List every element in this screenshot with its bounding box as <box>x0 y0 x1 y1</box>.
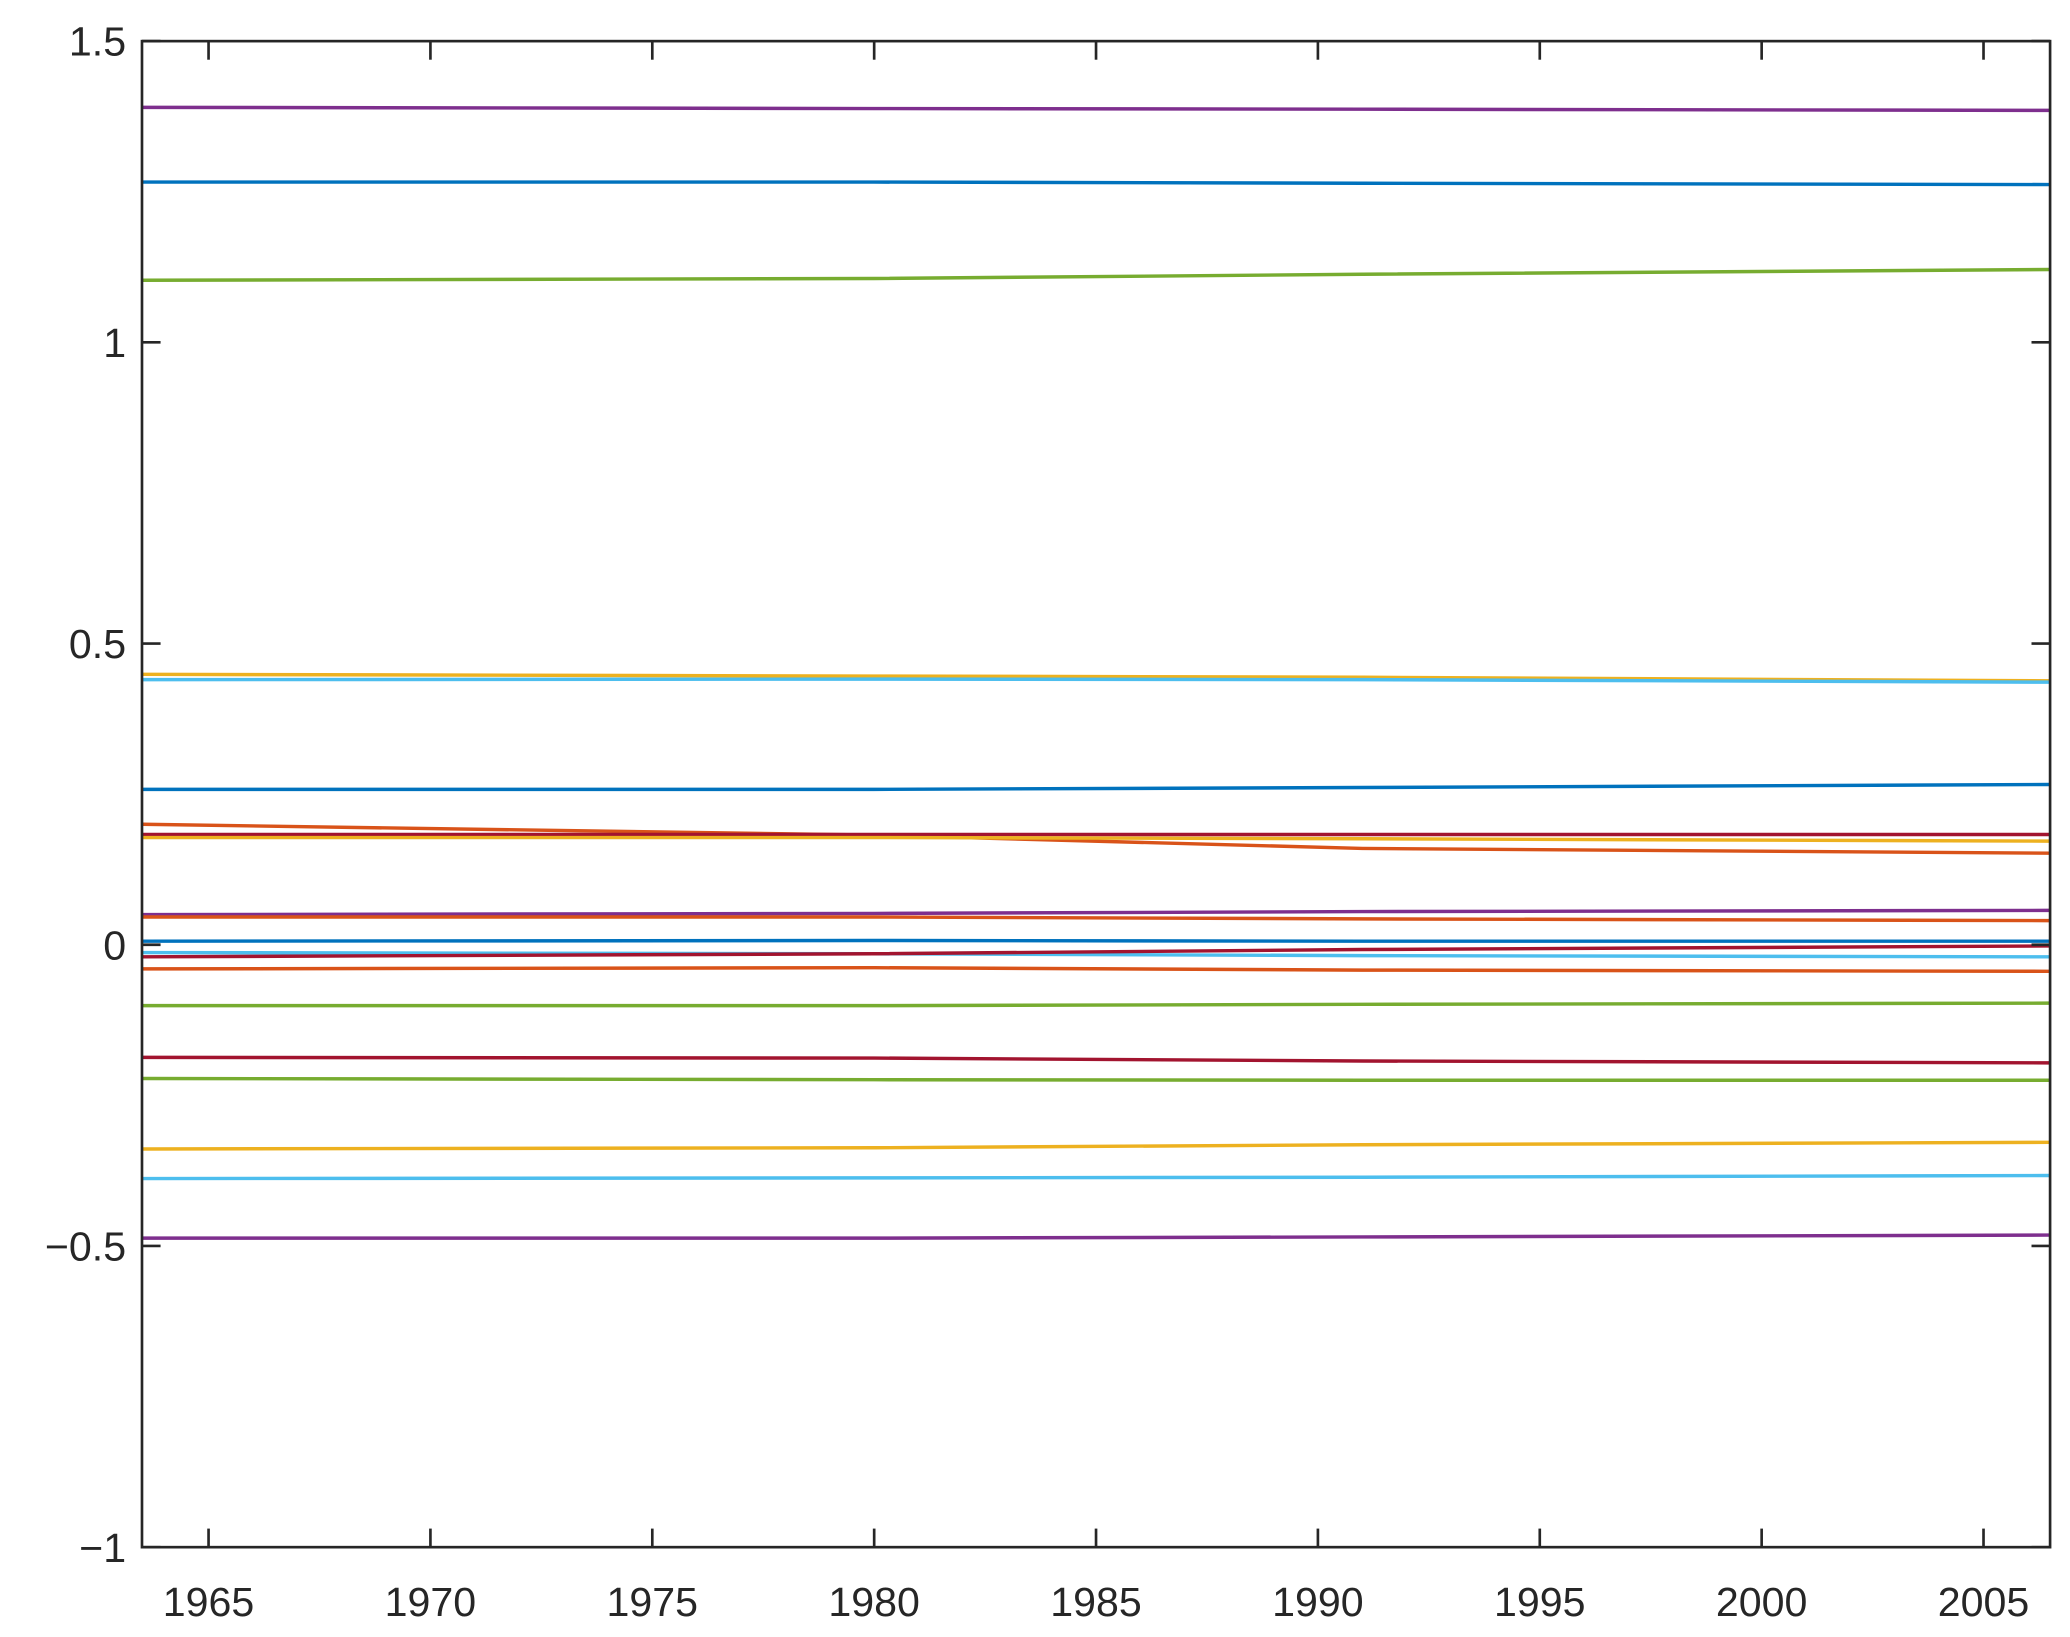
x-tick-label: 1970 <box>385 1579 477 1625</box>
axis-ticks <box>141 39 2051 1549</box>
axes-box <box>140 39 2052 1549</box>
series-line-3 <box>141 267 2051 282</box>
series-lines <box>141 105 2051 1240</box>
x-tick-label: 2005 <box>1938 1579 2029 1625</box>
y-tick-label: 1 <box>103 320 126 366</box>
series-line-11 <box>141 915 2051 923</box>
x-tick-label: 1990 <box>1272 1579 1364 1625</box>
x-tick-labels: 1965 1970 1975 1980 1985 1990 1995 2000 2005 <box>163 1579 2029 1625</box>
y-tick-labels: −1 −0.5 0 0.5 1 1.5 <box>45 19 126 1571</box>
series-line-20 <box>141 1173 2051 1181</box>
y-tick-label: 0 <box>103 922 126 968</box>
series-line-2 <box>141 180 2051 187</box>
series-line-21 <box>141 1233 2051 1240</box>
y-tick-label: 1.5 <box>69 19 126 65</box>
series-line-12 <box>141 938 2051 943</box>
series-line-1 <box>141 105 2051 113</box>
series-line-15 <box>141 965 2051 974</box>
y-tick-label: −1 <box>79 1525 126 1571</box>
series-line-6 <box>141 782 2051 792</box>
x-tick-label: 1995 <box>1494 1579 1585 1625</box>
series-line-5 <box>141 677 2051 684</box>
line-chart: 1965 1970 1975 1980 1985 1990 1995 2000 2005 −1−… <box>45 19 2052 1625</box>
x-tick-label: 2000 <box>1716 1579 1808 1625</box>
series-line-18 <box>141 1076 2051 1082</box>
series-line-19 <box>141 1140 2051 1151</box>
series-line-10 <box>141 908 2051 917</box>
y-tick-label: −0.5 <box>45 1224 126 1270</box>
x-tick-label: 1985 <box>1050 1579 1142 1625</box>
x-tick-label: 1965 <box>163 1579 255 1625</box>
x-tick-label: 1980 <box>828 1579 920 1625</box>
x-tick-label: 1975 <box>607 1579 698 1625</box>
series-line-16 <box>141 1001 2051 1008</box>
y-tick-label: 0.5 <box>69 621 126 667</box>
series-line-17 <box>141 1055 2051 1065</box>
